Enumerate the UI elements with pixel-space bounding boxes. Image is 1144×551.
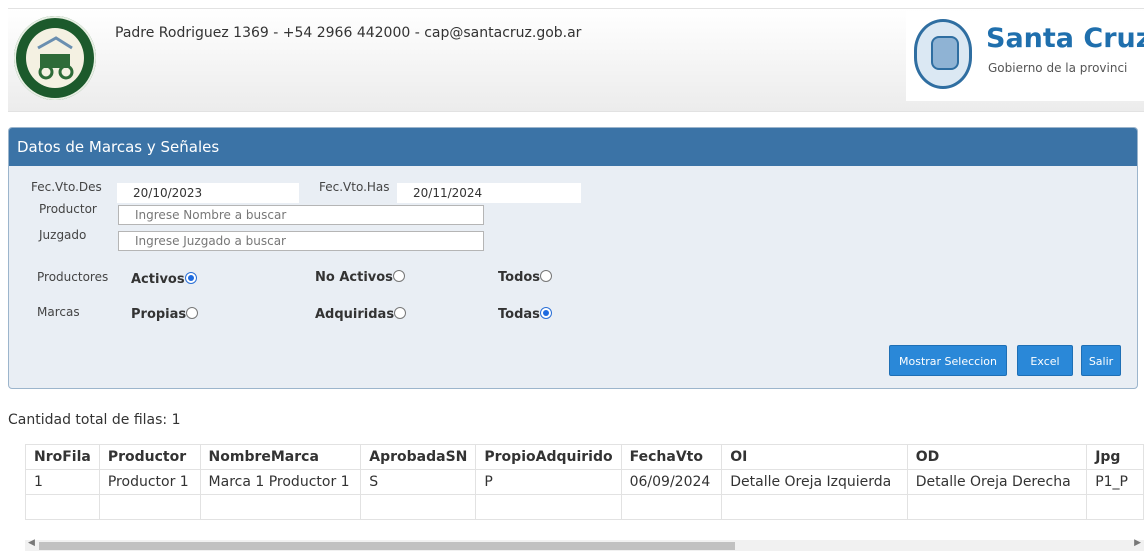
results-grid: NroFila Productor NombreMarca AprobadaSN… [25,444,1144,524]
row-count: Cantidad total de filas: 1 [8,412,181,428]
table-cell: Marca 1 Productor 1 [199,469,362,495]
radio-activos-dot[interactable] [184,272,197,284]
table-cell: 06/09/2024 [620,469,723,495]
radio-todos-dot[interactable] [540,270,553,282]
table-row[interactable]: 1 Productor 1 Marca 1 Productor 1 S P 06… [25,469,1144,495]
mostrar-seleccion-button[interactable]: Mostrar Seleccion [889,345,1007,376]
col-header[interactable]: Jpg [1086,444,1144,470]
col-header[interactable]: OI [721,444,908,470]
table-cell: Detalle Oreja Derecha [906,469,1088,495]
fec-vto-has-label: Fec.Vto.Has [319,180,390,194]
col-header[interactable]: NroFila [25,444,100,470]
provincial-seal-icon [914,19,972,89]
radio-propias[interactable]: Propias [131,307,199,322]
scroll-right-icon[interactable]: ▶ [1134,538,1141,548]
radio-todas[interactable]: Todas [498,307,552,322]
results-table: NroFila Productor NombreMarca AprobadaSN… [25,444,1144,520]
productor-label: Productor [39,202,97,216]
productores-label: Productores [37,270,109,284]
radio-todas-dot[interactable] [539,307,552,319]
table-cell: Detalle Oreja Izquierda [721,469,908,495]
gov-subtitle: Gobierno de la provinci [988,61,1128,75]
radio-adquiridas-dot[interactable] [394,307,407,319]
table-empty-row [25,494,1144,520]
radio-no-activos-dot[interactable] [392,270,405,282]
contact-info: Padre Rodriguez 1369 - +54 2966 442000 -… [115,25,582,41]
horizontal-scrollbar[interactable]: ◀ ▶ [25,538,1144,551]
col-header[interactable]: Productor [98,444,201,470]
panel-title: Datos de Marcas y Señales [9,128,1137,166]
table-cell: S [360,469,477,495]
radio-activos[interactable]: Activos [131,272,197,287]
col-header[interactable]: NombreMarca [199,444,362,470]
fec-vto-has-field[interactable] [397,183,581,203]
scroll-left-icon[interactable]: ◀ [28,538,35,548]
fec-vto-des-label: Fec.Vto.Des [31,180,102,194]
marcas-label: Marcas [37,305,80,319]
col-header[interactable]: PropioAdquirido [475,444,622,470]
consejo-agrario-logo [14,16,96,100]
col-header[interactable]: FechaVto [620,444,723,470]
radio-adquiridas[interactable]: Adquiridas [315,307,407,322]
table-cell: P1_P [1086,469,1144,495]
table-cell: P [475,469,622,495]
table-cell: 1 [25,469,100,495]
table-cell: Productor 1 [98,469,201,495]
filter-panel: Datos de Marcas y Señales Fec.Vto.Des Fe… [8,127,1138,389]
scrollbar-thumb[interactable] [39,542,735,550]
productor-search-input[interactable] [118,205,484,225]
table-header-row: NroFila Productor NombreMarca AprobadaSN… [25,444,1144,470]
gov-name: Santa Cruz [986,23,1144,54]
gobierno-santa-cruz-logo: Santa Cruz Gobierno de la provinci [906,11,1144,101]
col-header[interactable]: OD [906,444,1088,470]
radio-todos[interactable]: Todos [498,270,553,285]
radio-propias-dot[interactable] [186,307,199,319]
juzgado-search-input[interactable] [118,231,484,251]
salir-button[interactable]: Salir [1081,345,1121,376]
excel-button[interactable]: Excel [1017,345,1073,376]
col-header[interactable]: AprobadaSN [360,444,477,470]
fec-vto-des-field[interactable] [117,183,299,203]
radio-no-activos[interactable]: No Activos [315,270,405,285]
page-header: Padre Rodriguez 1369 - +54 2966 442000 -… [8,8,1144,112]
juzgado-label: Juzgado [39,228,87,242]
